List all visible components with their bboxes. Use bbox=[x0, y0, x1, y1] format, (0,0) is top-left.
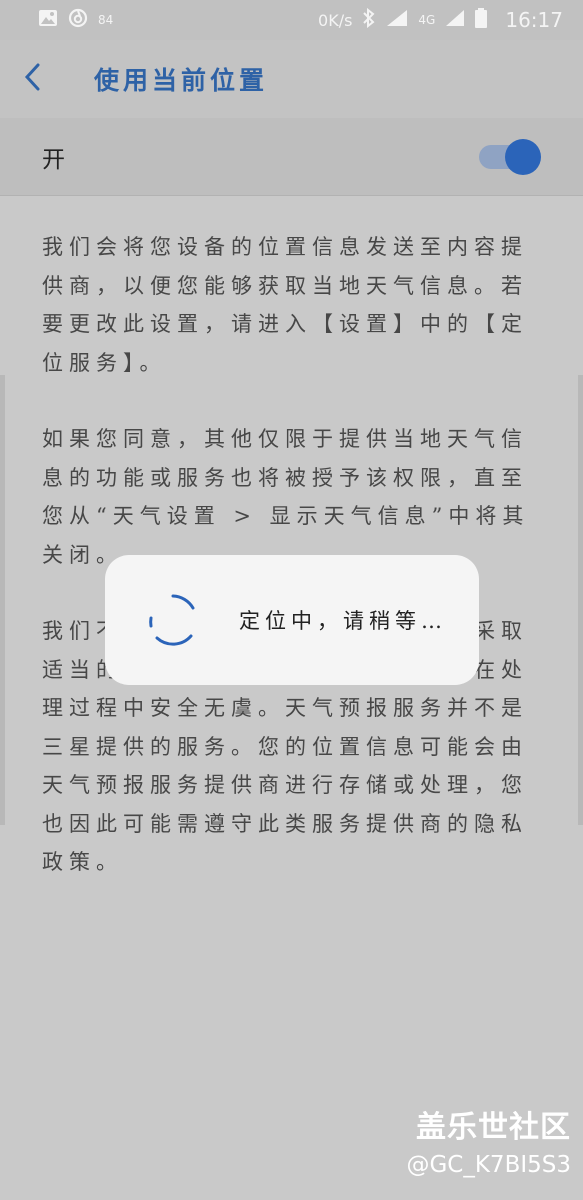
network-speed: 0K/s bbox=[318, 10, 353, 30]
status-left: 84 bbox=[38, 8, 113, 32]
wifi-signal-icon bbox=[386, 9, 408, 31]
network-type: 4G bbox=[418, 13, 436, 27]
back-button[interactable] bbox=[22, 49, 82, 109]
paragraph-permission: 如果您同意，其他仅限于提供当地天气信息的功能或服务也将被授予该权限，直至您从“天… bbox=[42, 427, 530, 567]
bluetooth-icon bbox=[362, 7, 376, 32]
edge-indicator-left bbox=[0, 375, 5, 825]
loading-message: 定位中，请稍等… bbox=[239, 609, 447, 633]
cell-signal-icon bbox=[445, 9, 465, 31]
status-right: 0K/s 4G 16:17 bbox=[318, 7, 563, 32]
page-title: 使用当前位置 bbox=[94, 66, 269, 95]
clock: 16:17 bbox=[505, 8, 563, 32]
location-toggle[interactable] bbox=[479, 138, 541, 175]
loading-spinner-icon bbox=[143, 590, 203, 650]
status-bar: 84 0K/s 4G 16:17 bbox=[0, 0, 583, 40]
app-bar: 使用当前位置 bbox=[0, 40, 583, 118]
location-switch-row[interactable]: 开 bbox=[0, 118, 583, 196]
image-notification-icon bbox=[38, 9, 58, 31]
chevron-left-icon bbox=[22, 62, 42, 96]
edge-indicator-right bbox=[578, 375, 583, 825]
watermark-title: 盖乐世社区 bbox=[416, 1110, 571, 1145]
battery-icon bbox=[475, 8, 488, 32]
locating-dialog: 定位中，请稍等… bbox=[105, 555, 479, 685]
toggle-knob bbox=[505, 138, 541, 175]
switch-label: 开 bbox=[42, 146, 65, 173]
watermark-user: @GC_K7BI5S3 bbox=[406, 1152, 571, 1178]
netease-music-icon bbox=[68, 8, 88, 32]
paragraph-data-usage: 我们会将您设备的位置信息发送至内容提供商，以便您能够获取当地天气信息。若要更改此… bbox=[42, 235, 528, 375]
notification-badge: 84 bbox=[98, 13, 114, 27]
watermark: 盖乐世社区 @GC_K7BI5S3 bbox=[406, 1102, 571, 1178]
